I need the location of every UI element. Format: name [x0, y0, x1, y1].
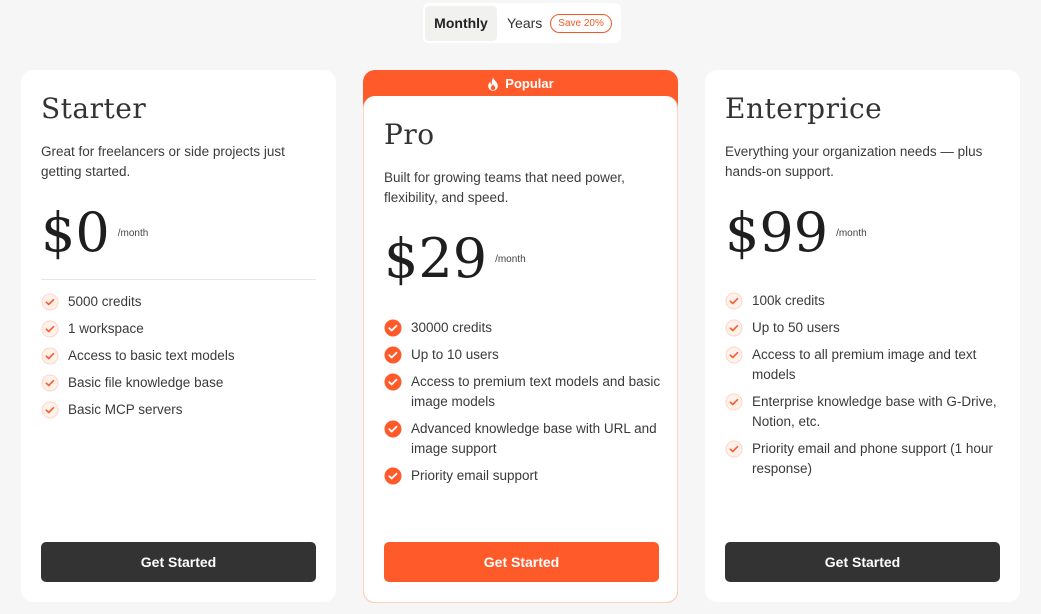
feature-item: Access to basic text models: [41, 346, 321, 366]
plan-card-starter: Starter Great for freelancers or side pr…: [21, 70, 336, 602]
check-circle-icon: [384, 346, 402, 364]
feature-item: Enterprise knowledge base with G-Drive, …: [725, 392, 1005, 432]
plan-description: Built for growing teams that need power,…: [384, 170, 625, 205]
feature-item: 5000 credits: [41, 292, 321, 312]
feature-item: Access to premium text models and basic …: [384, 372, 664, 412]
feature-list: 5000 credits 1 workspace Access to basic…: [41, 292, 321, 427]
feature-text: Basic file knowledge base: [68, 375, 224, 390]
feature-item: Up to 10 users: [384, 345, 664, 365]
popular-badge-label: Popular: [505, 76, 554, 91]
plan-card-enterprise: Enterprice Everything your organization …: [705, 70, 1020, 602]
check-circle-icon: [41, 293, 59, 311]
feature-text: 5000 credits: [68, 294, 142, 309]
feature-text: Advanced knowledge base with URL and ima…: [411, 421, 657, 456]
check-circle-icon: [725, 440, 743, 458]
price-amount: $99: [725, 201, 829, 264]
feature-text: 100k credits: [752, 293, 825, 308]
plan-description: Everything your organization needs — plu…: [725, 144, 983, 179]
divider: [41, 279, 316, 280]
plan-card-pro: Popular Pro Built for growing teams that…: [363, 70, 678, 603]
price-amount: $0: [41, 201, 110, 264]
check-circle-icon: [384, 373, 402, 391]
price-amount: $29: [384, 227, 488, 290]
feature-list: 30000 credits Up to 10 users Access to p…: [384, 318, 664, 493]
feature-text: Up to 50 users: [752, 320, 840, 335]
feature-item: 100k credits: [725, 291, 1005, 311]
flame-icon: [488, 77, 499, 91]
feature-item: 30000 credits: [384, 318, 664, 338]
plan-name: Pro: [384, 118, 435, 151]
toggle-years-option[interactable]: Years Save 20%: [507, 13, 612, 33]
feature-item: Advanced knowledge base with URL and ima…: [384, 419, 664, 459]
check-circle-icon: [384, 420, 402, 438]
feature-text: Access to premium text models and basic …: [411, 374, 661, 409]
billing-toggle: Monthly Years Save 20%: [423, 3, 621, 43]
check-circle-icon: [725, 346, 743, 364]
get-started-button-pro[interactable]: Get Started: [384, 542, 659, 582]
save-badge: Save 20%: [550, 13, 612, 33]
feature-text: Access to basic text models: [68, 348, 235, 363]
feature-text: Priority email and phone support (1 hour…: [752, 441, 993, 476]
plan-description: Great for freelancers or side projects j…: [41, 144, 285, 179]
check-circle-icon: [41, 320, 59, 338]
feature-item: Basic file knowledge base: [41, 373, 321, 393]
check-circle-icon: [384, 467, 402, 485]
feature-text: Priority email support: [411, 468, 538, 483]
feature-item: 1 workspace: [41, 319, 321, 339]
check-circle-icon: [41, 401, 59, 419]
price-period: /month: [117, 228, 149, 239]
popular-badge: Popular: [363, 70, 678, 97]
price-period: /month: [495, 254, 526, 265]
check-circle-icon: [725, 393, 743, 411]
pro-card-body: Pro Built for growing teams that need po…: [363, 96, 678, 603]
plan-price: $29 /month: [384, 224, 526, 294]
check-circle-icon: [384, 319, 402, 337]
feature-text: Access to all premium image and text mod…: [752, 347, 977, 382]
price-period: /month: [836, 228, 867, 239]
check-circle-icon: [725, 319, 743, 337]
feature-text: Up to 10 users: [411, 347, 499, 362]
plan-name: Enterprice: [725, 92, 883, 125]
feature-item: Up to 50 users: [725, 318, 1005, 338]
feature-item: Priority email support: [384, 466, 664, 486]
feature-item: Basic MCP servers: [41, 400, 321, 420]
feature-text: 30000 credits: [411, 320, 493, 335]
check-circle-icon: [41, 374, 59, 392]
feature-list: 100k credits Up to 50 users Access to al…: [725, 291, 1005, 486]
feature-item: Access to all premium image and text mod…: [725, 345, 1005, 385]
toggle-monthly-option[interactable]: Monthly: [425, 5, 497, 41]
get-started-button-starter[interactable]: Get Started: [41, 542, 316, 582]
check-circle-icon: [725, 292, 743, 310]
toggle-years-label: Years: [507, 15, 543, 31]
check-circle-icon: [41, 347, 59, 365]
plan-price: $99 /month: [725, 198, 867, 268]
feature-item: Priority email and phone support (1 hour…: [725, 439, 1005, 479]
feature-text: 1 workspace: [68, 321, 144, 336]
plan-price: $0 /month: [41, 198, 148, 268]
plan-name: Starter: [41, 92, 147, 125]
feature-text: Enterprise knowledge base with G-Drive, …: [752, 394, 997, 429]
feature-text: Basic MCP servers: [68, 402, 183, 417]
get-started-button-enterprise[interactable]: Get Started: [725, 542, 1000, 582]
